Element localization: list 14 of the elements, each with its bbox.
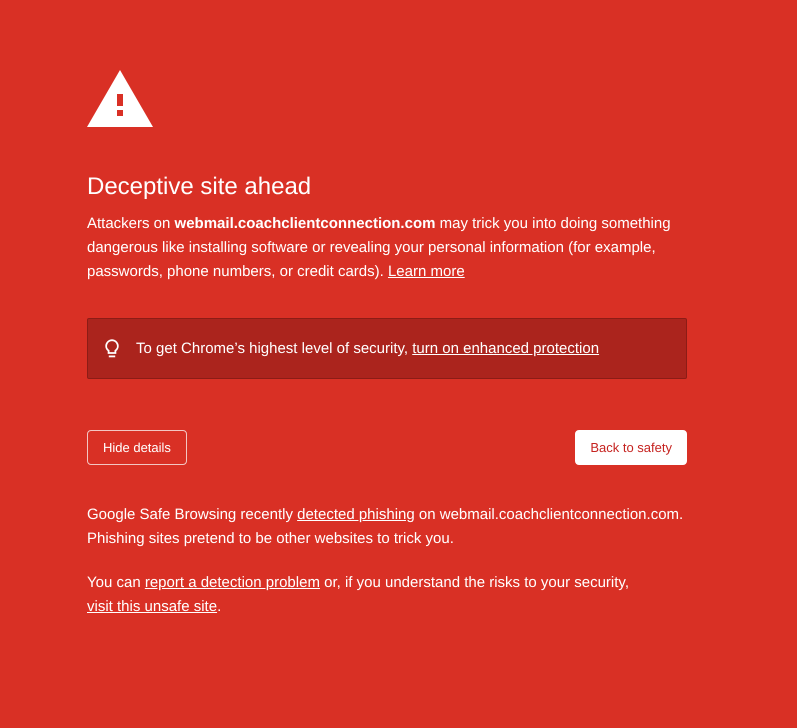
warning-icon	[87, 70, 153, 127]
lightbulb-icon	[105, 338, 119, 358]
learn-more-link[interactable]: Learn more	[388, 263, 465, 280]
text-link[interactable]: detected phishing	[297, 506, 415, 523]
hide-details-button[interactable]: Hide details	[87, 430, 187, 465]
details-paragraph: Google Safe Browsing recently detected phishing on webmail.coachclientconnection.com. Phishing sites pretend to be other websites to trick you.	[87, 505, 684, 549]
enhanced-protection-link[interactable]: turn on enhanced protection	[412, 340, 600, 356]
warning-paragraph: Attackers on webmail.coachclientconnection.com may trick you into doing something dangerous like installing software or revealing your personal information (for example, passwords, phone numbers, or credit cards). Learn more	[87, 214, 672, 282]
text-link[interactable]: report a detection problem	[144, 574, 320, 591]
text-link[interactable]: visit this unsafe site	[87, 598, 218, 615]
back-to-safety-button[interactable]: Back to safety	[575, 430, 687, 465]
page-heading: Deceptive site ahead	[87, 172, 312, 202]
notice-text: To get Chrome’s highest level of security, turn on enhanced protection	[136, 338, 600, 358]
details-paragraph: You can report a detection problem or, if you understand the risks to your security, visit this unsafe site.	[87, 573, 630, 617]
